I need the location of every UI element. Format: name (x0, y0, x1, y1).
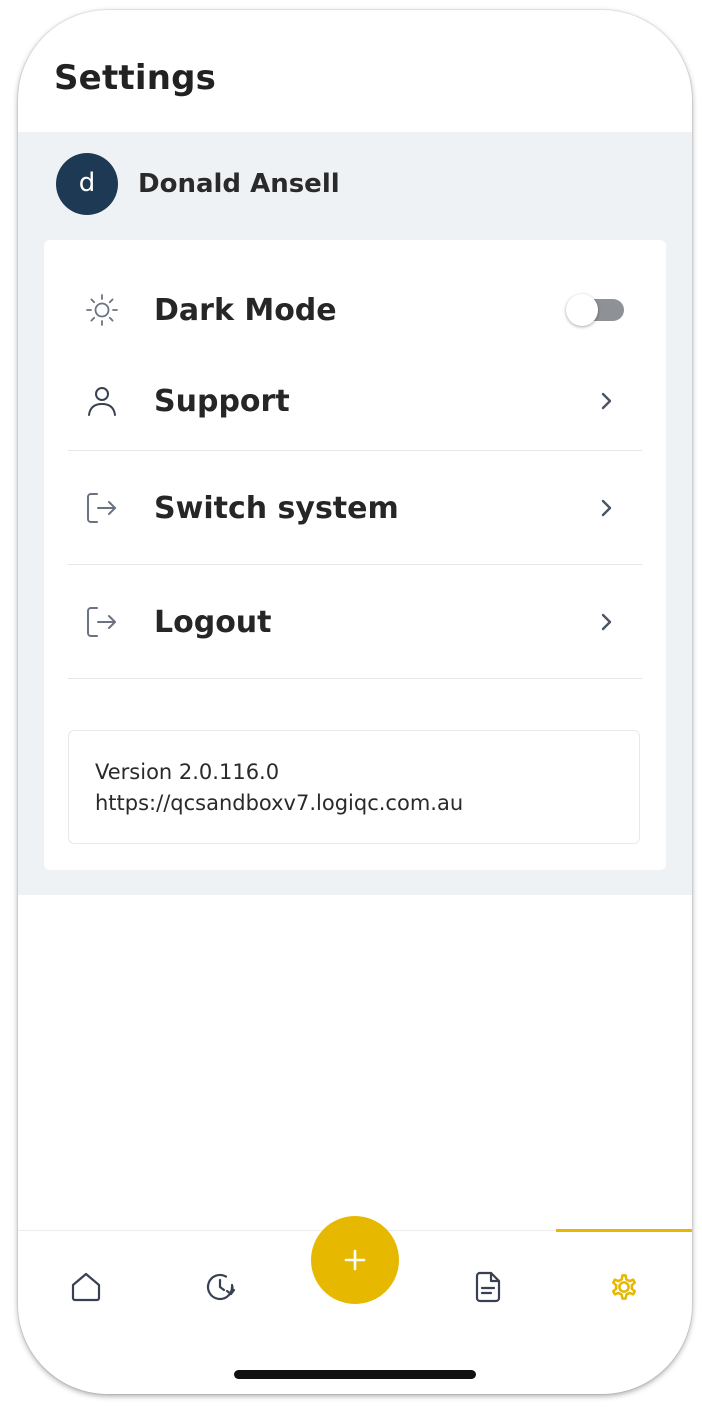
active-tab-indicator (556, 1229, 692, 1232)
version-info-box: Version 2.0.116.0 https://qcsandboxv7.lo… (68, 730, 640, 844)
logout-label: Logout (154, 604, 272, 640)
switch-system-icon (82, 488, 122, 528)
dark-mode-label: Dark Mode (154, 292, 337, 328)
sun-icon (82, 290, 122, 330)
history-icon (206, 1273, 236, 1301)
version-number: Version 2.0.116.0 (95, 760, 280, 784)
support-label: Support (154, 383, 290, 419)
nav-settings[interactable] (594, 1257, 654, 1317)
dark-mode-row: Dark Mode (68, 270, 642, 350)
home-indicator (234, 1370, 476, 1379)
nav-documents[interactable] (458, 1257, 518, 1317)
switch-system-label: Switch system (154, 490, 399, 526)
phone-frame: Settings d Donald Ansell Dark Mode Suppo… (18, 10, 692, 1394)
add-button[interactable] (311, 1216, 399, 1304)
home-icon (71, 1272, 101, 1302)
chevron-right-icon (601, 392, 612, 410)
avatar: d (56, 153, 118, 215)
toggle-knob (566, 294, 598, 326)
switch-system-row[interactable]: Switch system (68, 452, 642, 565)
logout-icon (82, 602, 122, 642)
settings-panel: d Donald Ansell Dark Mode Support Switch… (18, 132, 692, 895)
plus-icon (344, 1249, 366, 1271)
page-title: Settings (54, 58, 217, 98)
logout-row[interactable]: Logout (68, 566, 642, 679)
nav-history[interactable] (190, 1257, 250, 1317)
chevron-right-icon (601, 613, 612, 631)
server-url: https://qcsandboxv7.logiqc.com.au (95, 791, 464, 815)
support-row[interactable]: Support (68, 352, 642, 451)
chevron-right-icon (601, 499, 612, 517)
nav-home[interactable] (56, 1257, 116, 1317)
document-icon (475, 1271, 501, 1303)
settings-gear-icon (611, 1274, 637, 1300)
profile-row: d Donald Ansell (56, 152, 340, 216)
profile-name: Donald Ansell (138, 169, 340, 199)
dark-mode-toggle[interactable] (566, 294, 624, 326)
settings-card: Dark Mode Support Switch system Logout V… (44, 240, 666, 870)
user-icon (82, 381, 122, 421)
